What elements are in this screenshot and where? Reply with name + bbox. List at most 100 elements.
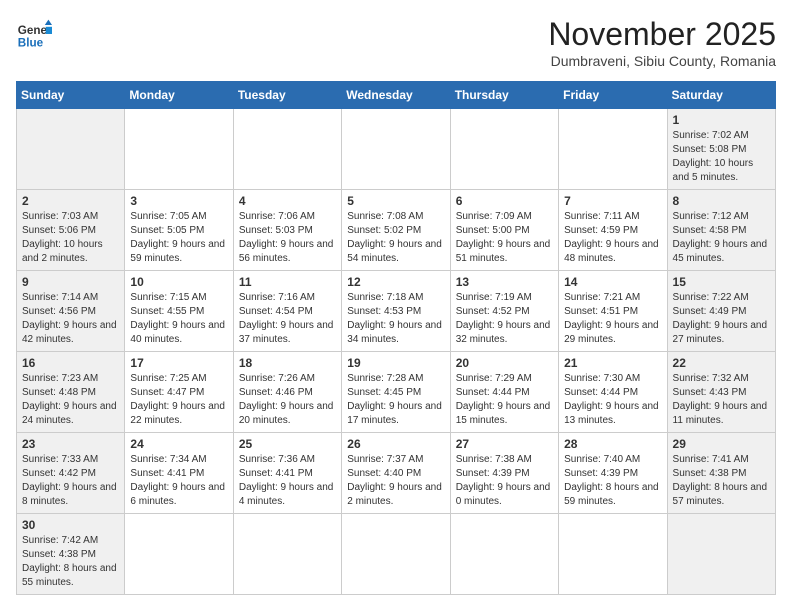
sun-info: Sunrise: 7:36 AM Sunset: 4:41 PM Dayligh… bbox=[239, 453, 336, 509]
calendar-day-cell bbox=[342, 514, 450, 595]
calendar-week-row: 2 Sunrise: 7:03 AM Sunset: 5:06 PM Daylig… bbox=[17, 190, 776, 271]
sun-info: Sunrise: 7:14 AM Sunset: 4:56 PM Dayligh… bbox=[22, 291, 119, 347]
svg-text:Blue: Blue bbox=[18, 37, 44, 50]
sun-info: Sunrise: 7:23 AM Sunset: 4:48 PM Dayligh… bbox=[22, 372, 119, 428]
day-number: 20 bbox=[456, 356, 553, 370]
day-number: 19 bbox=[347, 356, 444, 370]
calendar-day-cell bbox=[17, 109, 125, 190]
calendar-day-cell: 1 Sunrise: 7:02 AM Sunset: 5:08 PM Daylig… bbox=[667, 109, 775, 190]
calendar-day-cell bbox=[559, 514, 667, 595]
sun-info: Sunrise: 7:29 AM Sunset: 4:44 PM Dayligh… bbox=[456, 372, 553, 428]
calendar-day-cell: 20 Sunrise: 7:29 AM Sunset: 4:44 PM Dayli… bbox=[450, 352, 558, 433]
calendar-day-cell: 11 Sunrise: 7:16 AM Sunset: 4:54 PM Dayli… bbox=[233, 271, 341, 352]
calendar-day-cell: 30Sunrise: 7:42 AM Sunset: 4:38 PM Dayli… bbox=[17, 514, 125, 595]
calendar-day-cell: 10Sunrise: 7:15 AM Sunset: 4:55 PM Dayli… bbox=[125, 271, 233, 352]
calendar-day-cell bbox=[125, 514, 233, 595]
calendar-day-cell: 2 Sunrise: 7:03 AM Sunset: 5:06 PM Daylig… bbox=[17, 190, 125, 271]
calendar-day-cell: 15 Sunrise: 7:22 AM Sunset: 4:49 PM Dayli… bbox=[667, 271, 775, 352]
calendar-table: SundayMondayTuesdayWednesdayThursdayFrid… bbox=[16, 81, 776, 595]
sun-info: Sunrise: 7:02 AM Sunset: 5:08 PM Dayligh… bbox=[673, 129, 770, 185]
location-title: Dumbraveni, Sibiu County, Romania bbox=[548, 53, 776, 69]
day-number: 9 bbox=[22, 275, 119, 289]
calendar-day-cell: 29Sunrise: 7:41 AM Sunset: 4:38 PM Dayli… bbox=[667, 433, 775, 514]
day-number: 28 bbox=[564, 437, 661, 451]
sun-info: Sunrise: 7:38 AM Sunset: 4:39 PM Dayligh… bbox=[456, 453, 553, 509]
day-number: 21 bbox=[564, 356, 661, 370]
sun-info: Sunrise: 7:26 AM Sunset: 4:46 PM Dayligh… bbox=[239, 372, 336, 428]
weekday-header-thursday: Thursday bbox=[450, 82, 558, 109]
calendar-day-cell: 22 Sunrise: 7:32 AM Sunset: 4:43 PM Dayli… bbox=[667, 352, 775, 433]
calendar-day-cell: 21 Sunrise: 7:30 AM Sunset: 4:44 PM Dayli… bbox=[559, 352, 667, 433]
sun-info: Sunrise: 7:18 AM Sunset: 4:53 PM Dayligh… bbox=[347, 291, 444, 347]
weekday-header-friday: Friday bbox=[559, 82, 667, 109]
calendar-week-row: 23Sunrise: 7:33 AM Sunset: 4:42 PM Dayli… bbox=[17, 433, 776, 514]
calendar-day-cell bbox=[125, 109, 233, 190]
sun-info: Sunrise: 7:16 AM Sunset: 4:54 PM Dayligh… bbox=[239, 291, 336, 347]
day-number: 11 bbox=[239, 275, 336, 289]
month-title: November 2025 bbox=[548, 16, 776, 53]
calendar-day-cell: 4Sunrise: 7:06 AM Sunset: 5:03 PM Daylig… bbox=[233, 190, 341, 271]
day-number: 26 bbox=[347, 437, 444, 451]
sun-info: Sunrise: 7:09 AM Sunset: 5:00 PM Dayligh… bbox=[456, 210, 553, 266]
calendar-day-cell: 26 Sunrise: 7:37 AM Sunset: 4:40 PM Dayli… bbox=[342, 433, 450, 514]
sun-info: Sunrise: 7:32 AM Sunset: 4:43 PM Dayligh… bbox=[673, 372, 770, 428]
sun-info: Sunrise: 7:06 AM Sunset: 5:03 PM Dayligh… bbox=[239, 210, 336, 266]
day-number: 22 bbox=[673, 356, 770, 370]
logo: General Blue bbox=[16, 16, 52, 52]
day-number: 12 bbox=[347, 275, 444, 289]
sun-info: Sunrise: 7:40 AM Sunset: 4:39 PM Dayligh… bbox=[564, 453, 661, 509]
day-number: 8 bbox=[673, 194, 770, 208]
day-number: 1 bbox=[673, 113, 770, 127]
day-number: 6 bbox=[456, 194, 553, 208]
calendar-day-cell: 8 Sunrise: 7:12 AM Sunset: 4:58 PM Daylig… bbox=[667, 190, 775, 271]
day-number: 25 bbox=[239, 437, 336, 451]
calendar-week-row: 16 Sunrise: 7:23 AM Sunset: 4:48 PM Dayli… bbox=[17, 352, 776, 433]
calendar-day-cell: 5 Sunrise: 7:08 AM Sunset: 5:02 PM Daylig… bbox=[342, 190, 450, 271]
day-number: 29 bbox=[673, 437, 770, 451]
sun-info: Sunrise: 7:05 AM Sunset: 5:05 PM Dayligh… bbox=[130, 210, 227, 266]
calendar-day-cell bbox=[559, 109, 667, 190]
calendar-day-cell: 16 Sunrise: 7:23 AM Sunset: 4:48 PM Dayli… bbox=[17, 352, 125, 433]
sun-info: Sunrise: 7:12 AM Sunset: 4:58 PM Dayligh… bbox=[673, 210, 770, 266]
calendar-week-row: 30Sunrise: 7:42 AM Sunset: 4:38 PM Dayli… bbox=[17, 514, 776, 595]
sun-info: Sunrise: 7:22 AM Sunset: 4:49 PM Dayligh… bbox=[673, 291, 770, 347]
calendar-day-cell: 23Sunrise: 7:33 AM Sunset: 4:42 PM Dayli… bbox=[17, 433, 125, 514]
day-number: 18 bbox=[239, 356, 336, 370]
calendar-week-row: 9 Sunrise: 7:14 AM Sunset: 4:56 PM Daylig… bbox=[17, 271, 776, 352]
calendar-day-cell bbox=[450, 109, 558, 190]
sun-info: Sunrise: 7:19 AM Sunset: 4:52 PM Dayligh… bbox=[456, 291, 553, 347]
sun-info: Sunrise: 7:21 AM Sunset: 4:51 PM Dayligh… bbox=[564, 291, 661, 347]
weekday-header-monday: Monday bbox=[125, 82, 233, 109]
weekday-header-saturday: Saturday bbox=[667, 82, 775, 109]
day-number: 5 bbox=[347, 194, 444, 208]
sun-info: Sunrise: 7:25 AM Sunset: 4:47 PM Dayligh… bbox=[130, 372, 227, 428]
sun-info: Sunrise: 7:34 AM Sunset: 4:41 PM Dayligh… bbox=[130, 453, 227, 509]
calendar-day-cell: 9 Sunrise: 7:14 AM Sunset: 4:56 PM Daylig… bbox=[17, 271, 125, 352]
calendar-week-row: 1 Sunrise: 7:02 AM Sunset: 5:08 PM Daylig… bbox=[17, 109, 776, 190]
day-number: 16 bbox=[22, 356, 119, 370]
day-number: 14 bbox=[564, 275, 661, 289]
calendar-day-cell: 19 Sunrise: 7:28 AM Sunset: 4:45 PM Dayli… bbox=[342, 352, 450, 433]
sun-info: Sunrise: 7:03 AM Sunset: 5:06 PM Dayligh… bbox=[22, 210, 119, 266]
calendar-day-cell: 12 Sunrise: 7:18 AM Sunset: 4:53 PM Dayli… bbox=[342, 271, 450, 352]
day-number: 24 bbox=[130, 437, 227, 451]
day-number: 15 bbox=[673, 275, 770, 289]
sun-info: Sunrise: 7:08 AM Sunset: 5:02 PM Dayligh… bbox=[347, 210, 444, 266]
calendar-day-cell: 18 Sunrise: 7:26 AM Sunset: 4:46 PM Dayli… bbox=[233, 352, 341, 433]
day-number: 10 bbox=[130, 275, 227, 289]
sun-info: Sunrise: 7:30 AM Sunset: 4:44 PM Dayligh… bbox=[564, 372, 661, 428]
calendar-header-row: SundayMondayTuesdayWednesdayThursdayFrid… bbox=[17, 82, 776, 109]
calendar-day-cell: 17Sunrise: 7:25 AM Sunset: 4:47 PM Dayli… bbox=[125, 352, 233, 433]
weekday-header-sunday: Sunday bbox=[17, 82, 125, 109]
calendar-day-cell: 25 Sunrise: 7:36 AM Sunset: 4:41 PM Dayli… bbox=[233, 433, 341, 514]
sun-info: Sunrise: 7:37 AM Sunset: 4:40 PM Dayligh… bbox=[347, 453, 444, 509]
calendar-day-cell bbox=[342, 109, 450, 190]
day-number: 27 bbox=[456, 437, 553, 451]
day-number: 2 bbox=[22, 194, 119, 208]
calendar-day-cell: 6 Sunrise: 7:09 AM Sunset: 5:00 PM Daylig… bbox=[450, 190, 558, 271]
day-number: 23 bbox=[22, 437, 119, 451]
sun-info: Sunrise: 7:28 AM Sunset: 4:45 PM Dayligh… bbox=[347, 372, 444, 428]
calendar-day-cell bbox=[233, 514, 341, 595]
calendar-day-cell bbox=[233, 109, 341, 190]
sun-info: Sunrise: 7:11 AM Sunset: 4:59 PM Dayligh… bbox=[564, 210, 661, 266]
